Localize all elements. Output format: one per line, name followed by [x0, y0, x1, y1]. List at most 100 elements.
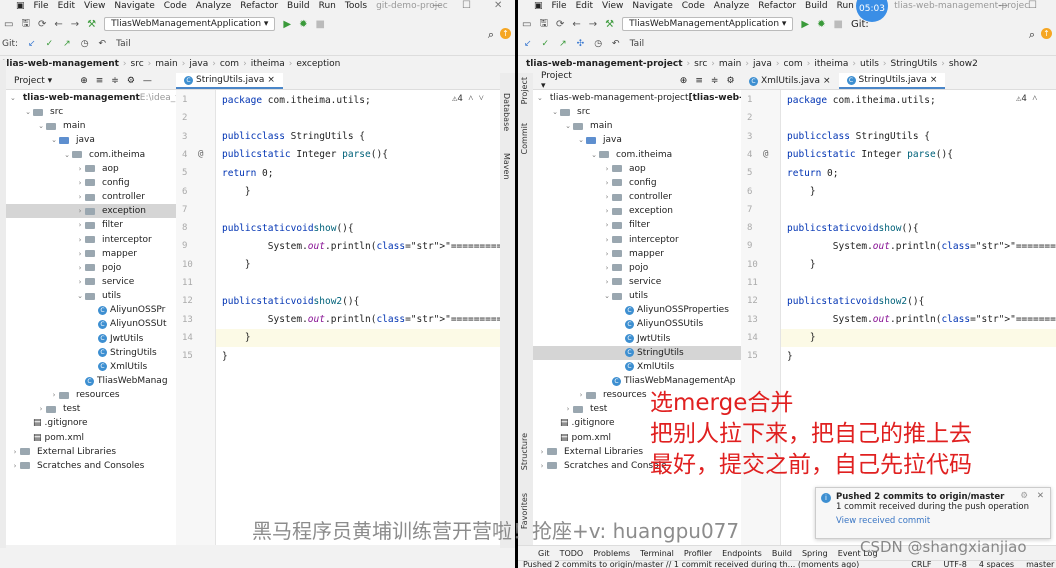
status-item[interactable]: CRLF — [911, 561, 931, 568]
debug-icon[interactable]: ✹ — [817, 19, 825, 30]
tree-item[interactable]: › resources — [6, 388, 176, 402]
tree-item[interactable]: › service — [6, 275, 176, 289]
stop-icon[interactable]: ■ — [834, 19, 843, 30]
breadcrumb-item[interactable]: com — [783, 59, 802, 69]
expand-arrow-icon[interactable]: › — [602, 165, 612, 173]
update-icon[interactable]: ↑ — [500, 28, 511, 39]
tree-item[interactable]: C JwtUtils — [533, 332, 741, 346]
code-line[interactable]: return 0; — [216, 164, 500, 182]
tool-window-endpoints[interactable]: Endpoints — [722, 549, 762, 558]
code-line[interactable]: } — [216, 328, 500, 347]
expand-arrow-icon[interactable]: › — [576, 391, 586, 399]
update-project-icon[interactable]: ↙ — [524, 39, 532, 49]
run-config-select[interactable]: TliasWebManagementApplication ▾ — [622, 17, 794, 31]
menu-item-code[interactable]: Code — [682, 1, 705, 11]
menu-item-refactor[interactable]: Refactor — [240, 1, 278, 11]
tree-item[interactable]: ⌄ java — [6, 133, 176, 147]
structure-tool[interactable]: Structure — [520, 433, 529, 470]
menu-item-code[interactable]: Code — [164, 1, 187, 11]
expand-arrow-icon[interactable]: › — [75, 207, 85, 215]
tree-item[interactable]: ⌄ com.itheima — [533, 148, 741, 162]
menu-item-build[interactable]: Build — [805, 1, 828, 11]
status-item[interactable]: UTF-8 — [944, 561, 967, 568]
tool-window-build[interactable]: Build — [772, 549, 792, 558]
menu-item-run[interactable]: Run — [837, 1, 854, 11]
tree-item[interactable]: › mapper — [533, 247, 741, 261]
code-line[interactable] — [216, 274, 500, 292]
expand-icon[interactable]: ≡ — [695, 76, 703, 86]
debug-icon[interactable]: ✹ — [299, 19, 307, 30]
code-line[interactable]: } — [216, 347, 500, 365]
code-line[interactable]: System.out.println(class="str">"========… — [781, 311, 1056, 329]
expand-arrow-icon[interactable]: › — [602, 264, 612, 272]
expand-arrow-icon[interactable]: ⌄ — [49, 136, 59, 144]
history-icon[interactable]: ◷ — [594, 39, 602, 49]
tail-button[interactable]: Tail — [116, 39, 131, 49]
minimize-button[interactable]: — — [998, 0, 1008, 11]
code-line[interactable]: public static Integer parse(){ — [216, 146, 500, 164]
collapse-icon[interactable]: ≑ — [711, 76, 719, 86]
expand-arrow-icon[interactable]: ⌄ — [36, 122, 46, 130]
breadcrumb-item[interactable]: tlias-web-management — [2, 59, 119, 69]
code-line[interactable] — [781, 201, 1056, 219]
menu-item-tools[interactable]: Tools — [345, 1, 367, 11]
tree-item[interactable]: C AliyunOSSPr — [6, 303, 176, 317]
tool-window-todo[interactable]: TODO — [560, 549, 584, 558]
tree-item[interactable]: › test — [6, 402, 176, 416]
forward-icon[interactable]: → — [589, 19, 597, 30]
breadcrumb-item[interactable]: show2 — [949, 59, 978, 69]
tab-close-icon[interactable]: × — [823, 76, 831, 86]
rollback-icon[interactable]: ↶ — [99, 39, 107, 49]
expand-arrow-icon[interactable]: ⌄ — [576, 136, 586, 144]
search-icon[interactable]: ⌕ — [488, 28, 494, 42]
tree-item[interactable]: › filter — [533, 218, 741, 232]
expand-arrow-icon[interactable]: ⌄ — [537, 94, 543, 102]
expand-arrow-icon[interactable]: › — [602, 278, 612, 286]
expand-arrow-icon[interactable]: › — [75, 193, 85, 201]
run-config-select[interactable]: TliasWebManagementApplication ▾ — [104, 17, 276, 31]
expand-arrow-icon[interactable]: ⌄ — [23, 108, 33, 116]
tree-item[interactable]: ▤ pom.xml — [6, 431, 176, 445]
tree-item[interactable]: › interceptor — [533, 233, 741, 247]
locate-icon[interactable]: ⊕ — [680, 76, 688, 86]
menu-item-analyze[interactable]: Analyze — [196, 1, 231, 11]
breadcrumb-item[interactable]: exception — [296, 59, 340, 69]
tree-item[interactable]: ⌄ src — [6, 105, 176, 119]
push-icon[interactable]: ↗ — [559, 39, 567, 49]
editor-tab[interactable]: C XmlUtils.java × — [741, 73, 839, 89]
tree-item[interactable]: C AliyunOSSUt — [6, 317, 176, 331]
code-line[interactable]: public class StringUtils { — [216, 128, 500, 146]
code-line[interactable] — [781, 109, 1056, 127]
code-line[interactable]: } — [781, 347, 1056, 365]
save-icon[interactable]: 🖫 — [21, 16, 30, 33]
tool-window-problems[interactable]: Problems — [593, 549, 630, 558]
status-item[interactable]: 4 spaces — [979, 561, 1014, 568]
breadcrumb-item[interactable]: itheima — [814, 59, 848, 69]
tree-item[interactable]: C XmlUtils — [6, 360, 176, 374]
open-icon[interactable]: ▭ — [4, 19, 13, 30]
menu-item-run[interactable]: Run — [319, 1, 336, 11]
code-line[interactable]: package com.itheima.utils; — [781, 91, 1056, 109]
expand-icon[interactable]: ≡ — [96, 76, 104, 86]
commit-icon[interactable]: ✓ — [46, 39, 54, 49]
hide-icon[interactable]: — — [143, 76, 152, 86]
view-received-commit-link[interactable]: View received commit — [836, 516, 1044, 526]
tab-close-icon[interactable]: × — [267, 75, 275, 85]
tool-window-spring[interactable]: Spring — [802, 549, 828, 558]
tree-item[interactable]: › controller — [533, 190, 741, 204]
expand-arrow-icon[interactable]: ⌄ — [62, 151, 72, 159]
expand-arrow-icon[interactable]: › — [75, 236, 85, 244]
expand-arrow-icon[interactable]: › — [537, 462, 547, 470]
project-panel-title[interactable]: Project ▾ — [541, 71, 572, 91]
tree-item[interactable]: › interceptor — [6, 233, 176, 247]
tab-close-icon[interactable]: × — [930, 75, 938, 85]
code-editor[interactable]: ⚠4 ˄ ˅ package com.itheima.utils; public … — [216, 90, 500, 545]
menu-item-edit[interactable]: Edit — [576, 1, 593, 11]
status-item[interactable]: master — [1026, 561, 1054, 568]
code-line[interactable] — [216, 109, 500, 127]
tail-button[interactable]: Tail — [630, 39, 645, 49]
tree-item[interactable]: ⌄ src — [533, 105, 741, 119]
tree-item[interactable]: › aop — [6, 162, 176, 176]
code-line[interactable]: System.out.println(class="str">"========… — [216, 237, 500, 255]
code-line[interactable]: } — [216, 183, 500, 201]
